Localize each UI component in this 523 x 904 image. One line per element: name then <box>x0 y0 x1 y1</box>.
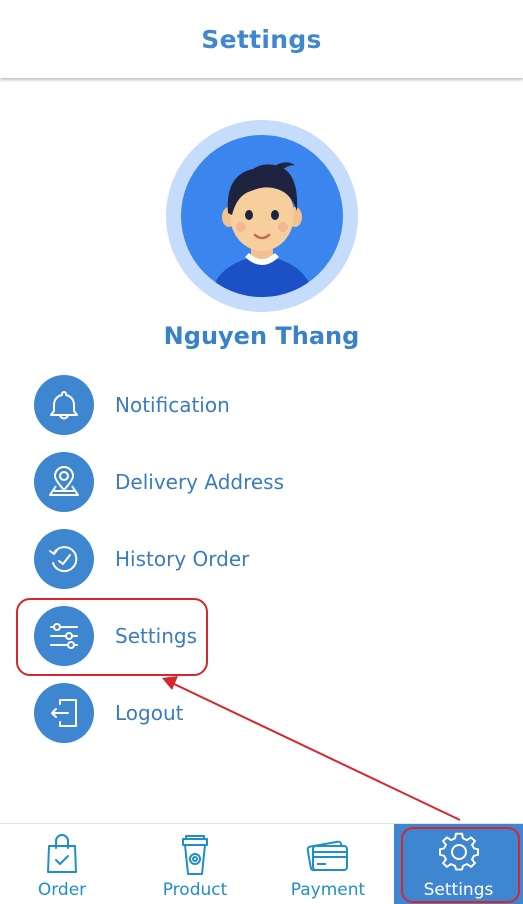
menu-item-history-order[interactable]: History Order <box>34 529 454 589</box>
avatar-image <box>181 135 343 297</box>
nav-item-settings[interactable]: Settings <box>394 824 523 904</box>
menu-item-logout[interactable]: Logout <box>34 683 454 743</box>
nav-item-product[interactable]: Product <box>130 824 260 904</box>
shopping-bag-icon <box>47 834 77 873</box>
location-pin-icon <box>34 452 94 512</box>
gear-icon <box>438 832 479 871</box>
nav-label: Settings <box>423 880 494 900</box>
nav-label: Product <box>162 880 228 900</box>
menu-item-notification[interactable]: Notification <box>34 375 454 435</box>
coffee-cup-icon <box>182 835 208 875</box>
app-header: Settings <box>0 0 523 78</box>
nav-item-payment[interactable]: Payment <box>263 824 393 904</box>
bottom-nav: Order Product Payment Settings <box>0 823 523 904</box>
avatar[interactable] <box>166 120 358 312</box>
nav-label: Order <box>37 880 87 900</box>
credit-card-icon <box>306 840 348 872</box>
sliders-icon <box>34 606 94 666</box>
menu-item-delivery-address[interactable]: Delivery Address <box>34 452 454 512</box>
menu-label: Delivery Address <box>115 470 285 494</box>
user-name: Nguyen Thang <box>163 322 360 350</box>
history-icon <box>34 529 94 589</box>
menu-label: History Order <box>115 547 250 571</box>
menu-label: Notification <box>115 393 230 417</box>
nav-item-order[interactable]: Order <box>0 824 127 904</box>
logout-icon <box>34 683 94 743</box>
menu-item-settings[interactable]: Settings <box>34 606 454 666</box>
nav-label: Payment <box>290 880 366 900</box>
menu-label: Logout <box>115 701 184 725</box>
menu-label: Settings <box>115 624 198 648</box>
page-title: Settings <box>201 24 322 54</box>
bell-icon <box>34 375 94 435</box>
